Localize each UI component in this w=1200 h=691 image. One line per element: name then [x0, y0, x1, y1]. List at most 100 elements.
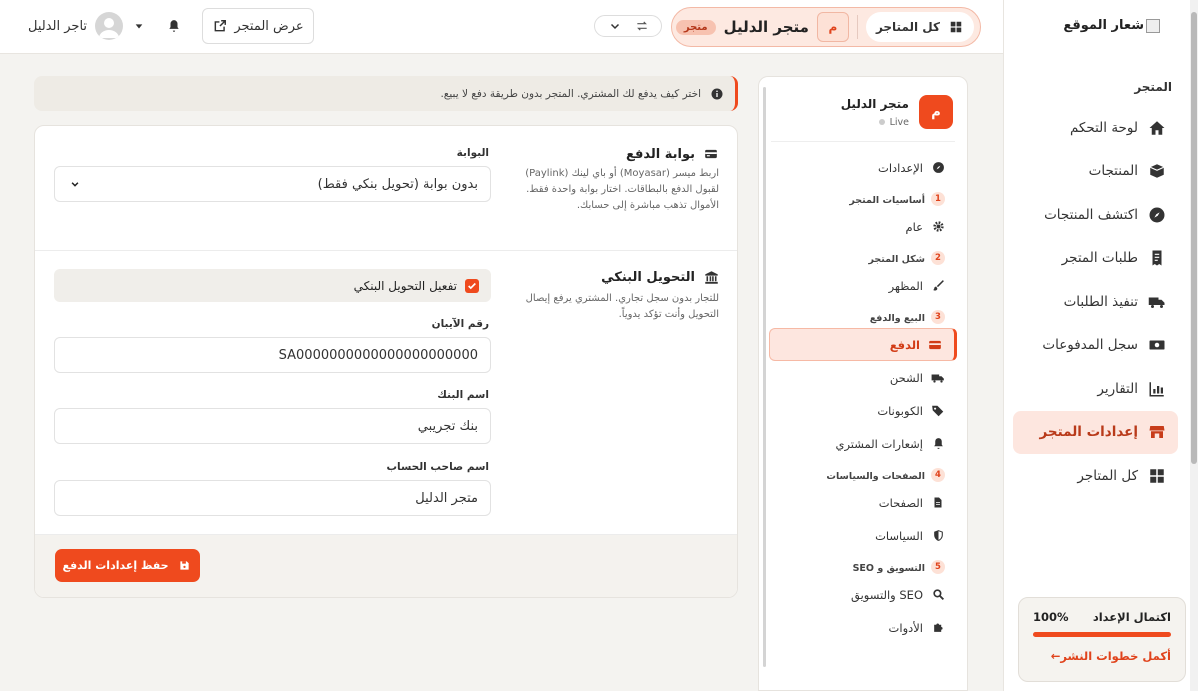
sidebar-item-label: سجل المدفوعات: [1042, 337, 1138, 354]
grid-icon: [948, 19, 964, 35]
settings-nav-label: SEO والتسويق: [851, 587, 923, 602]
settings-nav-coupons[interactable]: الكوبونات: [769, 394, 957, 427]
sidebar-item-payments-log[interactable]: سجل المدفوعات: [1013, 324, 1178, 368]
enable-bank-transfer-checkbox[interactable]: [465, 278, 479, 293]
save-button-label: حفظ إعدادات الدفع: [62, 559, 169, 572]
truck-icon: [1148, 293, 1166, 311]
setup-progress-card: اكتمال الإعداد 100% أكمل خطوات النشر←: [1018, 597, 1186, 682]
setup-progress-title: اكتمال الإعداد: [1092, 610, 1171, 624]
settings-nav-payment[interactable]: الدفع: [769, 328, 957, 361]
settings-nav-tools[interactable]: الأدوات: [769, 611, 957, 644]
info-notice: اختر كيف يدفع لك المشتري. المتجر بدون طر…: [34, 76, 738, 111]
bank-transfer-title: التحويل البنكي: [601, 269, 719, 285]
bank-transfer-title-text: التحويل البنكي: [601, 269, 695, 285]
sidebar-item-label: طلبات المتجر: [1061, 250, 1138, 267]
notifications-button[interactable]: [166, 18, 182, 37]
sidebar-item-products[interactable]: المنتجات: [1013, 150, 1178, 194]
sidebar-item-dashboard[interactable]: لوحة التحكم: [1013, 106, 1178, 150]
switch-dropdown[interactable]: [594, 15, 662, 37]
payment-settings-card: بوابة الدفع اربط ميسر (Moyasar) أو باي ل…: [34, 125, 738, 598]
user-name: تاجر الدليل: [28, 18, 88, 34]
all-stores-label: كل المتاجر: [875, 20, 940, 34]
broken-image-icon: [1146, 18, 1160, 33]
settings-nav-label: الصفحات: [878, 495, 923, 510]
sidebar-item-fulfillment[interactable]: تنفيذ الطلبات: [1013, 280, 1178, 324]
store-icon: [1148, 423, 1166, 441]
sidebar-section-label: المتجر: [1134, 80, 1172, 94]
settings-nav-policies[interactable]: السياسات: [769, 519, 957, 552]
settings-group-appearance: 2 شكل المتجر: [769, 243, 957, 269]
iban-label: رقم الآيبان: [431, 318, 489, 330]
settings-nav-label: الكوبونات: [877, 403, 923, 418]
gateway-title-text: بوابة الدفع: [625, 146, 695, 162]
chart-icon: [1148, 380, 1166, 398]
settings-group-basics: 1 أساسيات المتجر: [769, 184, 957, 210]
sidebar-item-all-stores[interactable]: كل المتاجر: [1013, 454, 1178, 498]
group-label: أساسيات المتجر: [849, 195, 925, 206]
enable-bank-transfer-label: تفعيل التحويل البنكي: [353, 278, 457, 293]
sidebar-item-orders[interactable]: طلبات المتجر: [1013, 237, 1178, 281]
sidebar-item-label: التقارير: [1097, 380, 1138, 397]
bank-name-input[interactable]: بنك تجريبي: [54, 408, 491, 444]
card-footer: حفظ إعدادات الدفع: [35, 534, 737, 597]
iban-value: SA0000000000000000000000: [278, 347, 478, 363]
sidebar-scrollbar[interactable]: [1190, 0, 1198, 691]
account-holder-label: اسم صاحب الحساب: [386, 461, 489, 473]
setup-progress-percent: 100%: [1033, 610, 1069, 624]
all-stores-button[interactable]: كل المتاجر: [865, 12, 974, 42]
sidebar-item-store-settings[interactable]: إعدادات المتجر: [1013, 410, 1178, 454]
info-icon: [709, 86, 725, 102]
bell-icon: [166, 18, 182, 34]
complete-publish-link[interactable]: أكمل خطوات النشر←: [1033, 649, 1171, 663]
avatar: [95, 12, 124, 40]
gear-icon: [931, 220, 945, 234]
settings-nav-label: السياسات: [875, 528, 923, 543]
group-label: شكل المتجر: [868, 254, 925, 265]
setup-progress-fill: [1033, 632, 1171, 637]
enable-bank-transfer-row[interactable]: تفعيل التحويل البنكي: [54, 269, 491, 302]
settings-nav-scrollbar[interactable]: [763, 87, 766, 667]
view-store-button[interactable]: عرض المتجر: [202, 8, 314, 44]
settings-store-name: متجر الدليل: [840, 96, 909, 111]
account-holder-input[interactable]: متجر الدليل: [54, 480, 491, 516]
settings-group-pages: 4 الصفحات والسياسات: [769, 460, 957, 486]
group-number: 4: [931, 468, 945, 482]
divider: [771, 141, 955, 142]
settings-nav-general[interactable]: عام: [769, 210, 957, 243]
gateway-select[interactable]: بدون بوابة (تحويل بنكي فقط): [54, 166, 491, 202]
group-number: 5: [931, 560, 945, 574]
sidebar-scroll-thumb[interactable]: [1191, 12, 1197, 464]
chevron-down-icon: [607, 18, 623, 34]
card-icon: [928, 338, 942, 352]
settings-nav-shipping[interactable]: الشحن: [769, 361, 957, 394]
user-menu[interactable]: تاجر الدليل: [28, 12, 147, 40]
store-status-label: Live: [889, 116, 909, 128]
settings-nav-buyer-notifications[interactable]: إشعارات المشتري: [769, 427, 957, 460]
compass-icon: [931, 161, 945, 175]
sidebar-item-reports[interactable]: التقارير: [1013, 367, 1178, 411]
settings-nav-seo[interactable]: SEO والتسويق: [769, 578, 957, 611]
site-logo-text: شعار الموقع: [1063, 18, 1144, 33]
settings-nav-label: المظهر: [888, 278, 923, 293]
settings-nav-label: الدفع: [889, 337, 920, 352]
group-label: البيع والدفع: [869, 313, 925, 324]
compass-icon: [1148, 206, 1166, 224]
grid-icon: [1148, 467, 1166, 485]
sidebar-item-discover[interactable]: اكتشف المنتجات: [1013, 193, 1178, 237]
settings-nav-pages[interactable]: الصفحات: [769, 486, 957, 519]
settings-nav-overview[interactable]: الإعدادات: [769, 151, 957, 184]
settings-nav-theme[interactable]: المظهر: [769, 269, 957, 302]
save-payment-settings-button[interactable]: حفظ إعدادات الدفع: [55, 549, 200, 582]
group-number: 1: [931, 192, 945, 206]
store-switcher[interactable]: كل المتاجر م متجر الدليل متجر: [671, 7, 981, 47]
caret-down-icon: [131, 18, 147, 34]
current-store-name: متجر الدليل: [723, 18, 809, 36]
chevron-down-icon: [67, 176, 83, 192]
settings-nav-list: الإعدادات 1 أساسيات المتجر عام 2 شكل المتج…: [769, 151, 957, 644]
store-avatar: م: [816, 12, 849, 42]
home-icon: [1148, 119, 1166, 137]
gateway-selected-value: بدون بوابة (تحويل بنكي فقط): [317, 176, 478, 192]
iban-input[interactable]: SA0000000000000000000000: [54, 337, 491, 373]
sidebar-item-label: لوحة التحكم: [1069, 119, 1138, 136]
site-logo[interactable]: شعار الموقع: [1063, 18, 1160, 33]
